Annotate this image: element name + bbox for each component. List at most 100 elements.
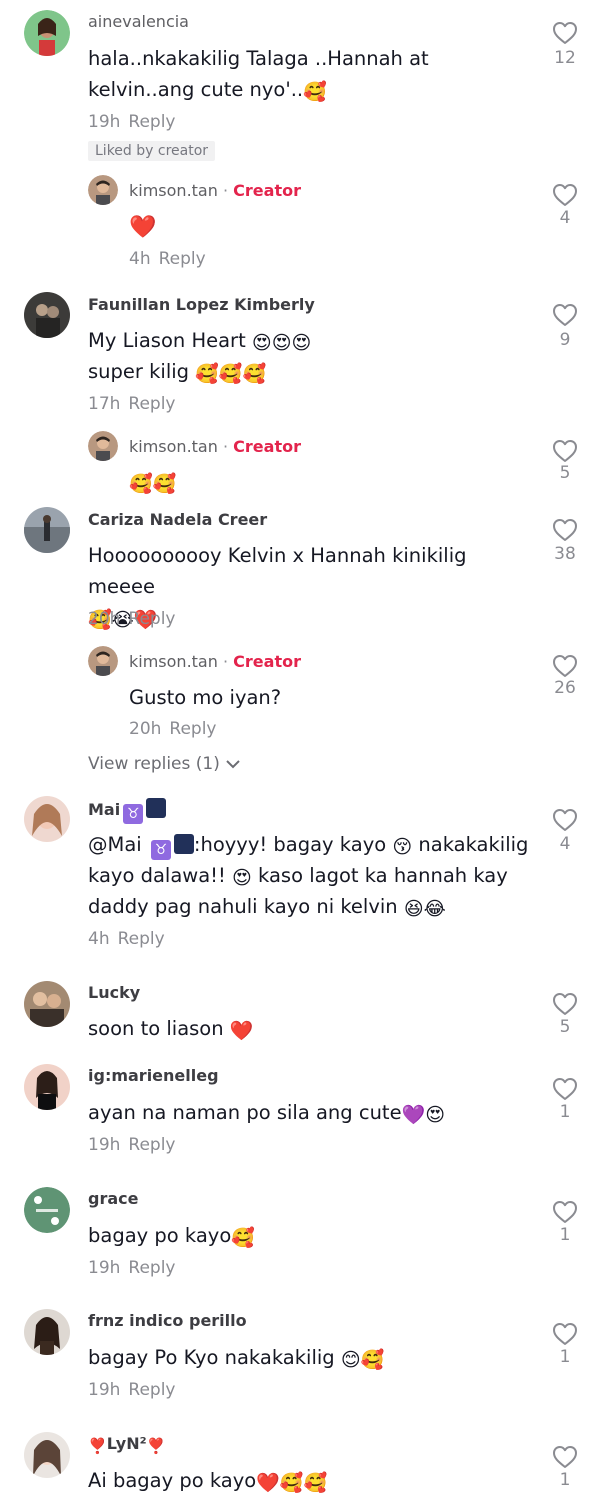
- view-replies-button[interactable]: View replies (1): [88, 754, 241, 774]
- heart-outline-icon[interactable]: [552, 654, 578, 678]
- reply-button[interactable]: Reply: [159, 249, 206, 269]
- smiling-face-hearts-icon: 🥰🥰🥰: [195, 363, 267, 385]
- reply-username[interactable]: kimson.tan · Creator: [129, 652, 301, 671]
- sparkles-icon: [173, 834, 194, 854]
- avatar[interactable]: [24, 1187, 70, 1233]
- avatar[interactable]: [24, 981, 70, 1027]
- avatar[interactable]: [24, 1309, 70, 1355]
- heart-outline-icon[interactable]: [552, 518, 578, 542]
- avatar[interactable]: [24, 1432, 70, 1478]
- comment-meta: 17h Reply: [88, 394, 176, 414]
- comment-meta: 19h Reply: [88, 1258, 176, 1278]
- avatar[interactable]: [24, 10, 70, 56]
- heart-exclamation-icon: ❣️: [88, 1437, 107, 1455]
- comment-text: soon to liason ❤️: [88, 1017, 254, 1042]
- comment: ig:marienelleg ayan na naman po sila ang…: [0, 1060, 600, 1175]
- comment-username[interactable]: Lucky: [88, 983, 140, 1002]
- reply-button[interactable]: Reply: [128, 394, 175, 414]
- comment-meta: 20h Reply: [88, 609, 176, 629]
- comment: grace bagay po kayo🥰 19h Reply 1: [0, 1183, 600, 1298]
- creator-badge: Creator: [233, 652, 301, 671]
- heart-outline-icon[interactable]: [552, 21, 578, 45]
- comment-meta: 19h Reply: [88, 112, 176, 132]
- reply-text: ❤️: [129, 210, 156, 241]
- avatar[interactable]: [88, 431, 118, 461]
- creator-badge: Creator: [233, 437, 301, 456]
- comment: Cariza Nadela Creer Hoooooooooy Kelvin x…: [0, 505, 600, 790]
- avatar[interactable]: [88, 646, 118, 676]
- like-count: 12: [554, 48, 576, 68]
- taurus-icon: ♉: [123, 804, 144, 824]
- comment-time: 19h: [88, 112, 121, 132]
- heart-outline-icon[interactable]: [552, 1445, 578, 1469]
- heart-outline-icon[interactable]: [552, 303, 578, 327]
- heart-outline-icon[interactable]: [552, 1077, 578, 1101]
- like-count: 26: [554, 678, 576, 698]
- reply-text: Gusto mo iyan?: [129, 686, 282, 709]
- avatar[interactable]: [24, 1064, 70, 1110]
- sparkles-icon: [146, 798, 167, 818]
- comment: Faunillan Lopez Kimberly My Liason Heart…: [0, 280, 600, 505]
- heart-eyes-icon: 😍: [232, 867, 252, 889]
- comment: ainevalencia hala..nkakakilig Talaga ..H…: [0, 0, 600, 280]
- like-count: 5: [559, 463, 571, 483]
- avatar[interactable]: [24, 507, 70, 553]
- comment-text: bagay po kayo🥰: [88, 1224, 255, 1249]
- reply-button[interactable]: Reply: [169, 719, 216, 739]
- avatar[interactable]: [88, 175, 118, 205]
- comment: ❣️LyN²❣️ Ai bagay po kayo❤️🥰🥰 1: [0, 1428, 600, 1506]
- reply-text: 🥰🥰: [129, 466, 176, 497]
- taurus-icon: ♉: [150, 840, 171, 860]
- like-count: 1: [559, 1225, 571, 1245]
- heart-outline-icon[interactable]: [552, 1322, 578, 1346]
- comment-meta: 19h Reply: [88, 1135, 176, 1155]
- heart-eyes-icon: 😍😍😍: [251, 332, 312, 354]
- reply-button[interactable]: Reply: [128, 1258, 175, 1278]
- red-heart-icon: ❤️: [229, 1020, 254, 1042]
- reply-meta: 4h Reply: [129, 249, 206, 269]
- like-count: 4: [559, 834, 571, 854]
- heart-outline-icon[interactable]: [552, 992, 578, 1016]
- comment-text: @Mai ♉:hoyyy! bagay kayo 😚 nakakakilig k…: [88, 833, 529, 920]
- like-count: 9: [559, 330, 571, 350]
- comment-username[interactable]: ❣️LyN²❣️: [88, 1434, 165, 1456]
- avatar[interactable]: [24, 796, 70, 842]
- reply-button[interactable]: Reply: [118, 929, 165, 949]
- comment: frnz indico perillo bagay Po Kyo nakakak…: [0, 1305, 600, 1420]
- reply-button[interactable]: Reply: [128, 112, 175, 132]
- laughing-face-icon: 😆😂: [403, 898, 446, 920]
- reply-button[interactable]: Reply: [128, 1135, 175, 1155]
- avatar[interactable]: [24, 292, 70, 338]
- smiling-face-hearts-icon: 🥰: [231, 1227, 255, 1249]
- comment: Lucky soon to liason ❤️ 5: [0, 975, 600, 1055]
- heart-outline-icon[interactable]: [552, 1200, 578, 1224]
- comment: Mai ♉ @Mai ♉:hoyyy! bagay kayo 😚 nakakaki…: [0, 790, 600, 970]
- chevron-down-icon: [226, 760, 240, 769]
- like-count: 1: [559, 1347, 571, 1367]
- comment-username[interactable]: Mai ♉: [88, 798, 167, 824]
- heart-outline-icon[interactable]: [552, 439, 578, 463]
- comment-username[interactable]: ainevalencia: [88, 12, 189, 31]
- reply-username[interactable]: kimson.tan · Creator: [129, 181, 301, 200]
- comment-text: Ai bagay po kayo❤️🥰🥰: [88, 1469, 328, 1494]
- comment-username[interactable]: ig:marienelleg: [88, 1066, 219, 1085]
- reply-button[interactable]: Reply: [128, 609, 175, 629]
- reply-button[interactable]: Reply: [128, 1380, 175, 1400]
- comment-text: ayan na naman po sila ang cute💜😍: [88, 1101, 446, 1126]
- comment-text: hala..nkakakilig Talaga ..Hannah at kelv…: [88, 47, 429, 103]
- heart-outline-icon[interactable]: [552, 183, 578, 207]
- reply-meta: 20h Reply: [129, 719, 217, 739]
- comment-username[interactable]: frnz indico perillo: [88, 1311, 247, 1330]
- comment-username[interactable]: Faunillan Lopez Kimberly: [88, 295, 315, 314]
- comment-username[interactable]: grace: [88, 1189, 138, 1208]
- heart-outline-icon[interactable]: [552, 808, 578, 832]
- purple-heart-icon: 💜😍: [401, 1104, 446, 1126]
- heart-exclamation-icon: ❣️: [146, 1437, 166, 1455]
- reply-username[interactable]: kimson.tan · Creator: [129, 437, 301, 456]
- kissing-face-icon: 😚: [392, 836, 413, 858]
- comment-text: bagay Po Kyo nakakakilig 😊🥰: [88, 1346, 385, 1371]
- comment-text: My Liason Heart 😍😍😍 super kilig 🥰🥰🥰: [88, 329, 312, 385]
- comment-meta: 4h Reply: [88, 929, 165, 949]
- comment-meta: 19h Reply: [88, 1380, 176, 1400]
- comment-username[interactable]: Cariza Nadela Creer: [88, 510, 267, 529]
